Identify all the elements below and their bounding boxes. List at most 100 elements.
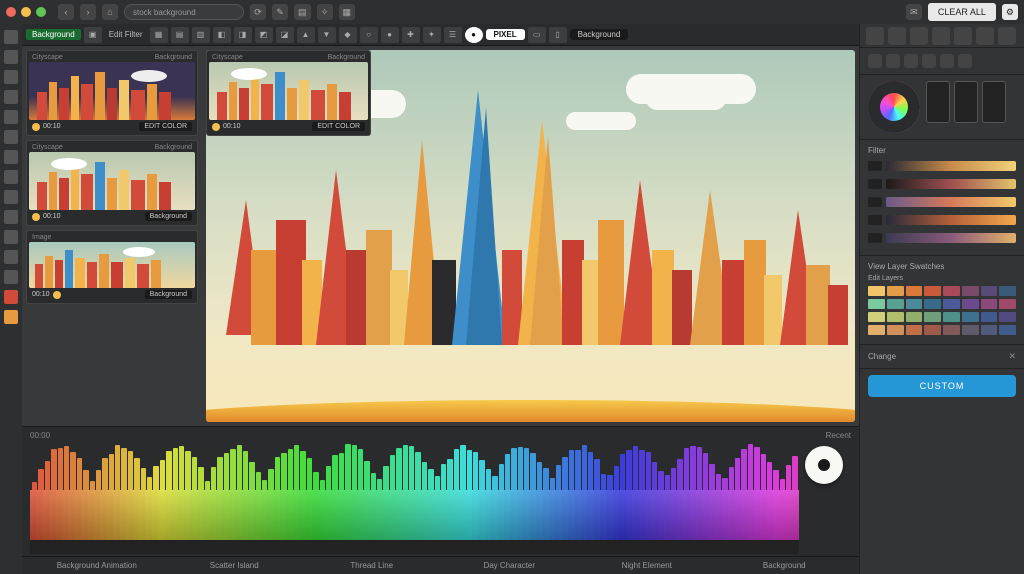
grad-chip[interactable] xyxy=(868,215,882,225)
footer-tab[interactable]: Background xyxy=(720,561,850,570)
zoom-tool-icon[interactable] xyxy=(4,270,18,284)
pointer-tool-icon[interactable] xyxy=(4,30,18,44)
pixel-mode-pill[interactable]: PIXEL xyxy=(486,29,525,40)
stop-icon[interactable] xyxy=(922,54,936,68)
crop-tool-icon[interactable] xyxy=(4,90,18,104)
opt-icon-8[interactable]: ◪ xyxy=(276,27,294,43)
search-input[interactable]: stock background xyxy=(124,4,244,20)
opt-icon-18[interactable]: ▯ xyxy=(549,27,567,43)
opt-icon-5[interactable]: ◧ xyxy=(213,27,231,43)
footer-tab[interactable]: Background Animation xyxy=(32,561,162,570)
nav-forward-button[interactable]: › xyxy=(80,4,96,20)
settings-icon[interactable]: ⚙ xyxy=(1002,4,1018,20)
color-swatch[interactable] xyxy=(868,312,885,322)
panel-brush-icon[interactable] xyxy=(910,27,928,45)
thumb-action-button[interactable]: Background xyxy=(145,290,192,299)
color-swatch[interactable] xyxy=(887,299,904,309)
gradient-bar[interactable] xyxy=(886,161,1016,171)
opt-icon-11[interactable]: ◆ xyxy=(339,27,357,43)
clear-all-button[interactable]: CLEAR ALL xyxy=(928,3,996,21)
color-swatch[interactable] xyxy=(962,325,979,335)
color-swatch[interactable] xyxy=(981,312,998,322)
grad-chip[interactable] xyxy=(868,179,882,189)
color-swatch[interactable] xyxy=(906,299,923,309)
next-icon[interactable] xyxy=(904,54,918,68)
play-knob[interactable] xyxy=(805,446,843,484)
panel-select-icon[interactable] xyxy=(866,27,884,45)
color-swatch[interactable] xyxy=(943,312,960,322)
thumb-action-button[interactable]: EDIT COLOR xyxy=(139,122,192,131)
mode-dropdown[interactable]: Background xyxy=(570,29,629,40)
brush-icon[interactable]: ✎ xyxy=(272,4,288,20)
hand-tool-icon[interactable] xyxy=(4,250,18,264)
spectrum-track[interactable] xyxy=(30,446,799,554)
opt-icon-12[interactable]: ○ xyxy=(360,27,378,43)
panel-text-icon[interactable] xyxy=(976,27,994,45)
opt-icon-16[interactable]: ☰ xyxy=(444,27,462,43)
grad-chip[interactable] xyxy=(868,161,882,171)
color-swatch[interactable] xyxy=(924,299,941,309)
shape-tool-icon[interactable] xyxy=(4,230,18,244)
prev-icon[interactable] xyxy=(868,54,882,68)
color-swatch[interactable] xyxy=(868,299,885,309)
bg-color-chip[interactable] xyxy=(4,310,18,324)
record-icon[interactable] xyxy=(958,54,972,68)
color-swatch[interactable] xyxy=(962,299,979,309)
custom-button[interactable]: CUSTOM xyxy=(868,375,1016,397)
swatch-chip[interactable] xyxy=(926,81,950,123)
color-swatch[interactable] xyxy=(868,325,885,335)
color-swatch[interactable] xyxy=(943,299,960,309)
color-swatch[interactable] xyxy=(999,312,1016,322)
thumbnail-item[interactable]: CityscapeBackground 00:10EDIT COLOR xyxy=(26,50,198,136)
edit-filter-label[interactable]: Edit Filter xyxy=(105,30,147,39)
grad-chip[interactable] xyxy=(868,197,882,207)
color-swatch[interactable] xyxy=(962,286,979,296)
opt-icon-4[interactable]: ▥ xyxy=(192,27,210,43)
text-tool-icon[interactable] xyxy=(4,190,18,204)
color-swatch[interactable] xyxy=(868,286,885,296)
brush-tool-icon[interactable] xyxy=(4,110,18,124)
color-swatch[interactable] xyxy=(924,325,941,335)
home-button[interactable]: ⌂ xyxy=(102,4,118,20)
thumbnail-item-overlay[interactable]: CityscapeBackground 00:10EDIT COLOR xyxy=(206,50,371,136)
lasso-tool-icon[interactable] xyxy=(4,70,18,84)
color-swatch[interactable] xyxy=(887,312,904,322)
color-swatch[interactable] xyxy=(887,286,904,296)
color-swatch[interactable] xyxy=(906,325,923,335)
gradient-bar[interactable] xyxy=(886,179,1016,189)
footer-tab[interactable]: Night Element xyxy=(582,561,712,570)
thumb-action-button[interactable]: EDIT COLOR xyxy=(312,122,365,131)
panel-eraser-icon[interactable] xyxy=(932,27,950,45)
swatch-chip[interactable] xyxy=(982,81,1006,123)
nav-back-button[interactable]: ‹ xyxy=(58,4,74,20)
opt-icon-3[interactable]: ▤ xyxy=(171,27,189,43)
gradient-bar[interactable] xyxy=(886,215,1016,225)
gradient-tool-icon[interactable] xyxy=(4,170,18,184)
close-icon[interactable]: ✕ xyxy=(1008,351,1016,362)
opt-icon-14[interactable]: ✚ xyxy=(402,27,420,43)
layers-icon[interactable]: ▤ xyxy=(294,4,311,20)
opt-icon-9[interactable]: ▲ xyxy=(297,27,315,43)
maximize-icon[interactable] xyxy=(36,7,46,17)
timeline-ruler[interactable] xyxy=(30,540,799,554)
color-wheel[interactable] xyxy=(868,81,920,133)
image-icon[interactable]: ▦ xyxy=(339,4,356,20)
panel-shape-icon[interactable] xyxy=(998,27,1016,45)
opt-icon-10[interactable]: ▼ xyxy=(318,27,336,43)
color-swatch[interactable] xyxy=(962,312,979,322)
opt-icon-15[interactable]: ✦ xyxy=(423,27,441,43)
opt-icon-1[interactable]: ▣ xyxy=(84,27,102,43)
panel-move-icon[interactable] xyxy=(888,27,906,45)
grad-chip[interactable] xyxy=(868,233,882,243)
opt-icon-7[interactable]: ◩ xyxy=(255,27,273,43)
refresh-button[interactable]: ⟳ xyxy=(250,4,266,20)
opt-icon-13[interactable]: ● xyxy=(381,27,399,43)
color-swatch[interactable] xyxy=(924,312,941,322)
color-swatch[interactable] xyxy=(943,286,960,296)
thumb-action-button[interactable]: Background xyxy=(145,212,192,221)
color-swatch[interactable] xyxy=(999,286,1016,296)
thumbnail-item[interactable]: Image 00:10Background xyxy=(26,230,198,304)
opt-record-icon[interactable]: ● xyxy=(465,27,483,43)
color-swatch[interactable] xyxy=(999,299,1016,309)
clone-tool-icon[interactable] xyxy=(4,130,18,144)
